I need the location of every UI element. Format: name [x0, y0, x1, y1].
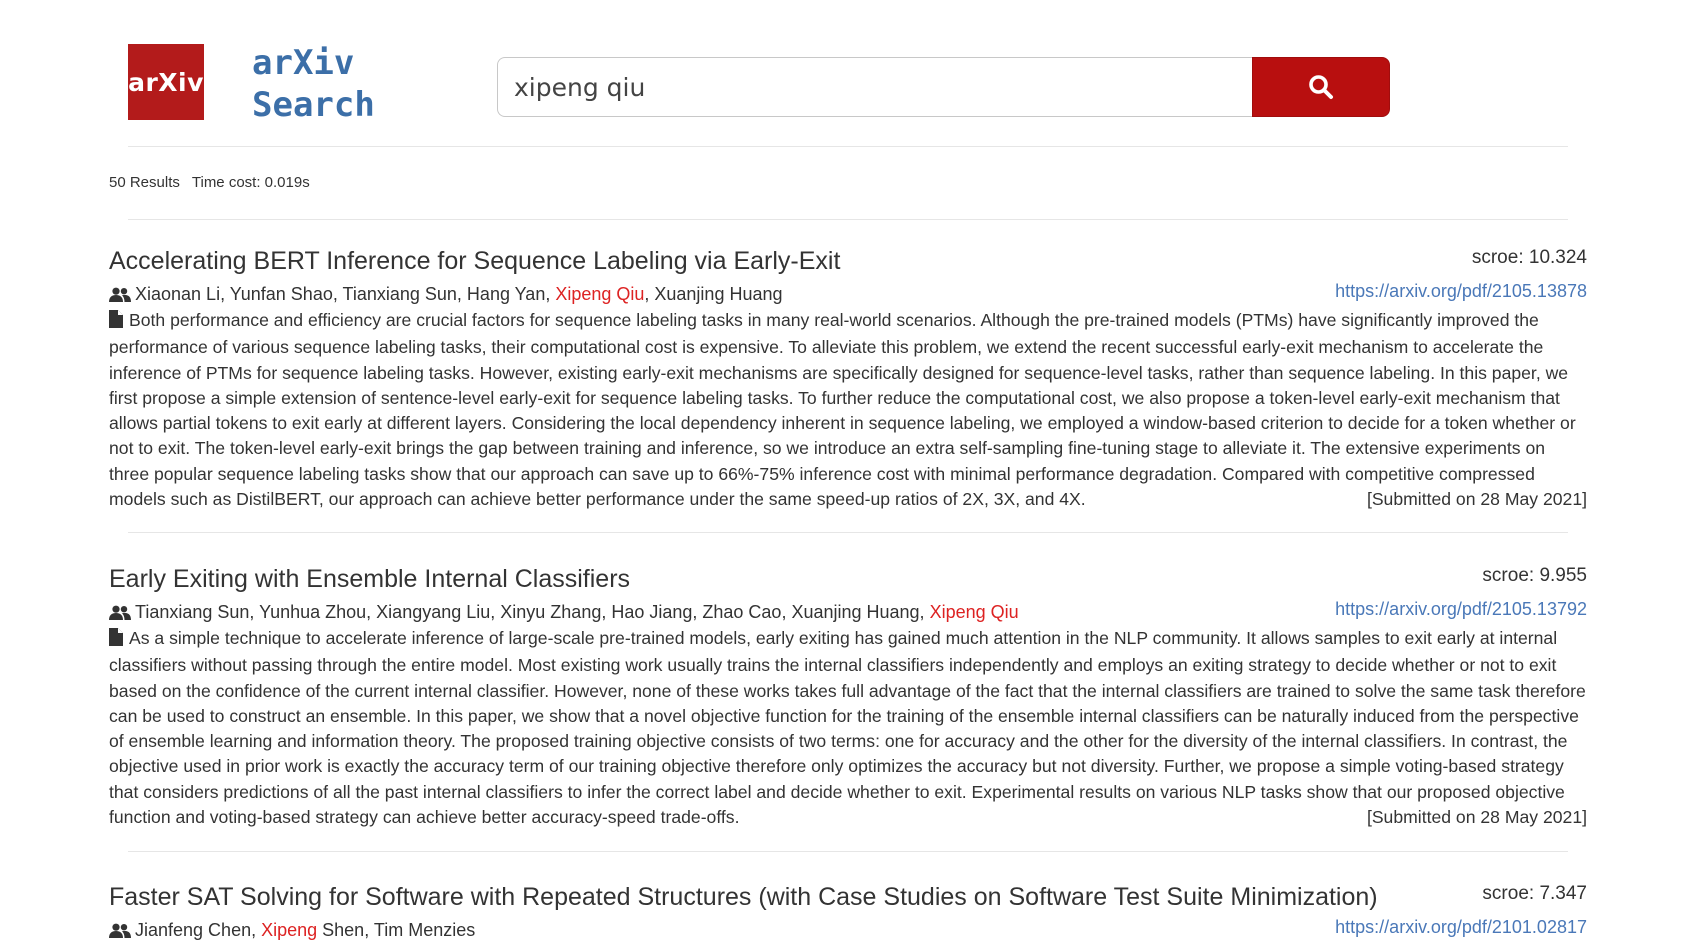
result-pdf-link[interactable]: https://arxiv.org/pdf/2101.02817: [1335, 917, 1587, 938]
divider: [128, 532, 1568, 533]
file-icon: [109, 628, 123, 653]
result-abstract: Both performance and efficiency are cruc…: [109, 308, 1587, 512]
file-icon: [109, 310, 123, 335]
site-title[interactable]: arXiv Search: [252, 42, 375, 126]
time-cost: Time cost: 0.019s: [191, 174, 310, 191]
authors-text: Tianxiang Sun, Yunhua Zhou, Xiangyang Li…: [135, 602, 930, 622]
header: arXiv arXiv Search: [0, 0, 1694, 150]
divider: [128, 219, 1568, 220]
site-title-line1: arXiv: [252, 43, 355, 83]
arxiv-logo[interactable]: arXiv: [128, 44, 204, 120]
result-item: Accelerating BERT Inference for Sequence…: [109, 247, 1587, 509]
users-icon: [109, 605, 131, 621]
abstract-text: Both performance and efficiency are cruc…: [109, 310, 1576, 510]
search-input[interactable]: [497, 57, 1252, 117]
authors-text: Xiaonan Li, Yunfan Shao, Tianxiang Sun, …: [135, 284, 556, 304]
result-score: scroe: 10.324: [1471, 247, 1587, 268]
authors-highlight: Xipeng Qiu: [929, 602, 1019, 622]
result-count: 50 Results: [109, 174, 180, 191]
submitted-date: [Submitted on 28 May 2021]: [1366, 807, 1587, 828]
result-title[interactable]: Faster SAT Solving for Software with Rep…: [109, 883, 1378, 912]
authors-text: Jianfeng Chen,: [135, 920, 262, 940]
result-abstract: As a simple technique to accelerate infe…: [109, 626, 1587, 830]
result-score: scroe: 7.347: [1482, 883, 1587, 904]
search-bar: [497, 57, 1390, 117]
result-title[interactable]: Early Exiting with Ensemble Internal Cla…: [109, 565, 630, 594]
authors-highlight: Xipeng: [261, 920, 318, 940]
submitted-date: [Submitted on 28 May 2021]: [1366, 489, 1587, 510]
divider: [128, 851, 1568, 852]
site-title-line2: Search: [252, 85, 375, 125]
users-icon: [109, 287, 131, 303]
abstract-text: As a simple technique to accelerate infe…: [109, 628, 1586, 828]
result-item: Early Exiting with Ensemble Internal Cla…: [109, 565, 1587, 827]
result-authors: Tianxiang Sun, Yunhua Zhou, Xiangyang Li…: [109, 602, 1019, 623]
result-item: Faster SAT Solving for Software with Rep…: [109, 883, 1587, 944]
result-authors: Jianfeng Chen, Xipeng Shen, Tim Menzies: [109, 920, 475, 941]
result-title[interactable]: Accelerating BERT Inference for Sequence…: [109, 247, 840, 276]
result-score: scroe: 9.955: [1482, 565, 1587, 586]
result-stats: 50 Results Time cost: 0.019s: [109, 174, 310, 191]
authors-text: , Xuanjing Huang: [644, 284, 783, 304]
search-icon: [1308, 74, 1334, 100]
users-icon: [109, 923, 131, 939]
result-pdf-link[interactable]: https://arxiv.org/pdf/2105.13878: [1335, 281, 1587, 302]
result-authors: Xiaonan Li, Yunfan Shao, Tianxiang Sun, …: [109, 284, 783, 305]
authors-highlight: Xipeng Qiu: [555, 284, 645, 304]
divider: [128, 146, 1568, 147]
result-pdf-link[interactable]: https://arxiv.org/pdf/2105.13792: [1335, 599, 1587, 620]
search-button[interactable]: [1252, 57, 1390, 117]
authors-text: Shen, Tim Menzies: [317, 920, 476, 940]
